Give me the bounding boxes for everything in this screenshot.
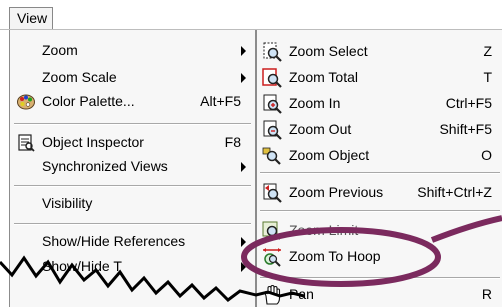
torn-edge-line (0, 255, 305, 302)
